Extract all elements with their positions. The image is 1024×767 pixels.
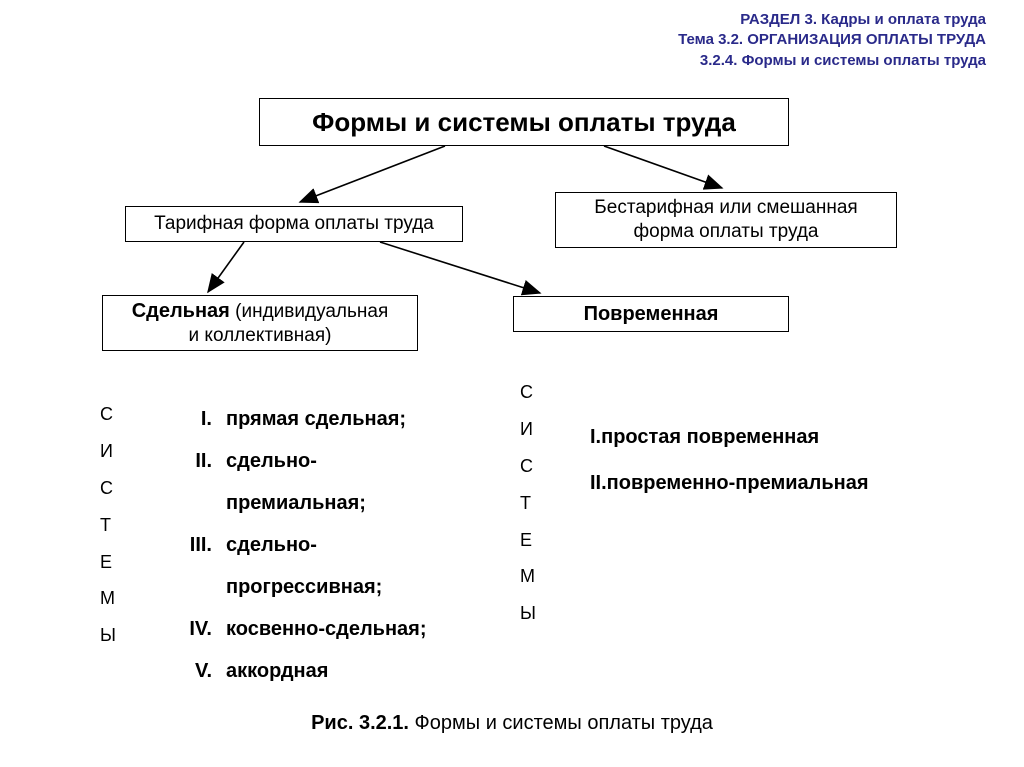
list-text: аккордная (226, 650, 328, 692)
vchar: Е (520, 522, 536, 559)
vchar: С (100, 396, 116, 433)
systems-label-right: С И С Т Е М Ы (520, 374, 536, 632)
vchar: С (520, 374, 536, 411)
nontariff-line2: форма оплаты труда (634, 220, 819, 244)
list-item: I.простая повременная (590, 414, 930, 460)
vchar: Т (520, 485, 536, 522)
vchar: Т (100, 507, 116, 544)
vchar: Ы (100, 617, 116, 654)
vchar: М (520, 558, 536, 595)
list-text: премиальная; (226, 482, 366, 524)
timebased-systems-list: I.простая повременная II.повременно-прем… (590, 414, 930, 506)
piecework-node: Сдельная (индивидуальная и коллективная) (102, 295, 418, 351)
header-topic: Тема 3.2. ОРГАНИЗАЦИЯ ОПЛАТЫ ТРУДА (678, 30, 986, 50)
caption-number: Рис. 3.2.1. (311, 712, 409, 734)
list-text: косвенно-сдельная; (226, 608, 427, 650)
roman-numeral: IV. (160, 608, 226, 650)
list-item: II.повременно-премиальная (590, 460, 930, 506)
list-text: прямая сдельная; (226, 398, 406, 440)
header-subtopic: 3.2.4. Формы и системы оплаты труда (678, 51, 986, 71)
roman-numeral (160, 566, 226, 608)
list-item: I. прямая сдельная; (160, 398, 480, 440)
vchar: Ы (520, 595, 536, 632)
systems-label-left: С И С Т Е М Ы (100, 396, 116, 654)
list-item: IV. косвенно-сдельная; (160, 608, 480, 650)
vchar: Е (100, 544, 116, 581)
roman-numeral: III. (160, 524, 226, 566)
figure-caption: Рис. 3.2.1. Формы и системы оплаты труда (0, 712, 1024, 735)
diagram-page: РАЗДЕЛ 3. Кадры и оплата труда Тема 3.2.… (0, 0, 1024, 767)
piecework-line1: Сдельная (индивидуальная (132, 299, 389, 324)
list-item-cont: прогрессивная; (160, 566, 480, 608)
list-item-cont: премиальная; (160, 482, 480, 524)
root-node: Формы и системы оплаты труда (259, 98, 789, 146)
tariff-node: Тарифная форма оплаты труда (125, 206, 463, 242)
list-text: прогрессивная; (226, 566, 382, 608)
vchar: С (520, 448, 536, 485)
list-item: V. аккордная (160, 650, 480, 692)
roman-numeral (160, 482, 226, 524)
header-section: РАЗДЕЛ 3. Кадры и оплата труда (678, 10, 986, 30)
roman-numeral: I. (160, 398, 226, 440)
roman-numeral: V. (160, 650, 226, 692)
vchar: С (100, 470, 116, 507)
piecework-paren: (индивидуальная (230, 301, 388, 322)
piecework-systems-list: I. прямая сдельная; II. сдельно- премиал… (160, 398, 480, 692)
vchar: М (100, 580, 116, 617)
vchar: И (520, 411, 536, 448)
piecework-title: Сдельная (132, 300, 230, 322)
roman-numeral: II. (160, 440, 226, 482)
nontariff-line1: Бестарифная или смешанная (594, 196, 857, 220)
timebased-node: Повременная (513, 296, 789, 332)
page-header: РАЗДЕЛ 3. Кадры и оплата труда Тема 3.2.… (678, 10, 986, 71)
piecework-line2: и коллективная) (189, 324, 332, 348)
nontariff-node: Бестарифная или смешанная форма оплаты т… (555, 192, 897, 248)
list-item: III. сдельно- (160, 524, 480, 566)
list-text: сдельно- (226, 524, 317, 566)
list-item: II. сдельно- (160, 440, 480, 482)
caption-text: Формы и системы оплаты труда (409, 712, 713, 734)
list-text: сдельно- (226, 440, 317, 482)
vchar: И (100, 433, 116, 470)
